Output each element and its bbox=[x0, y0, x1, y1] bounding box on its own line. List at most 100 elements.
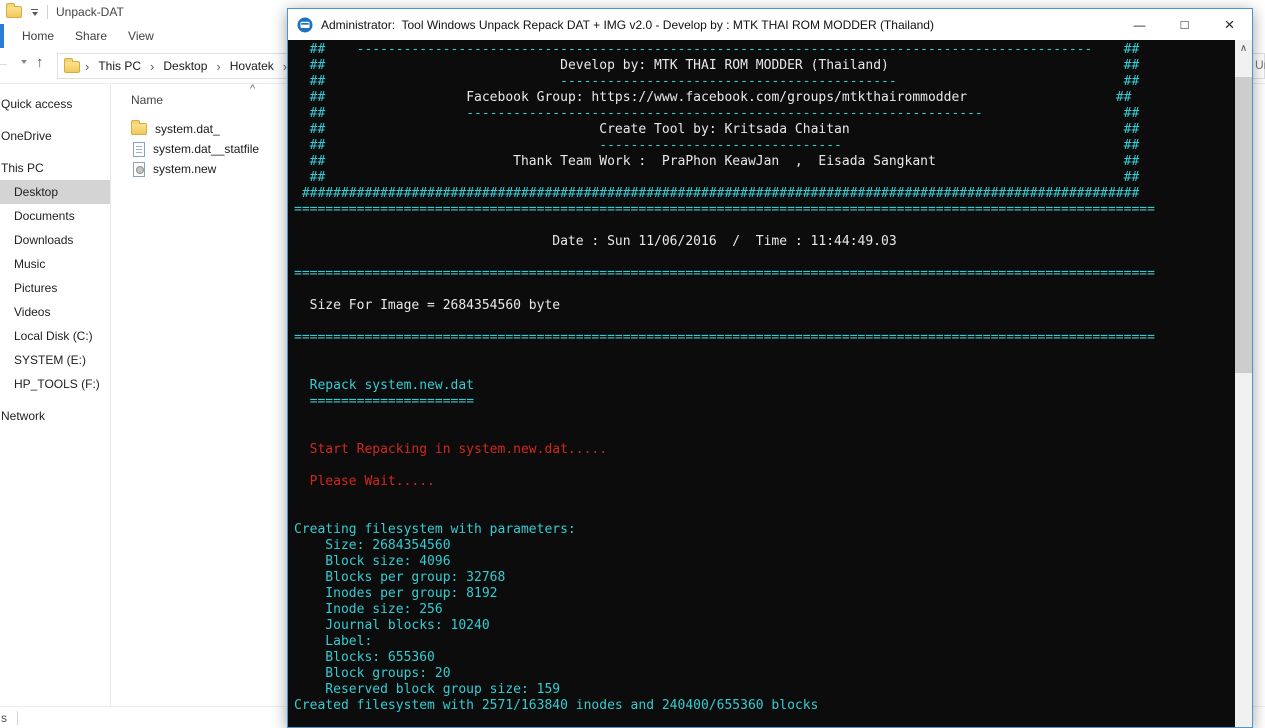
console-body: ## -------------------------------------… bbox=[288, 40, 1252, 727]
folder-icon bbox=[6, 3, 22, 18]
file-name: system.dat_ bbox=[155, 122, 220, 136]
back-button[interactable]: ← bbox=[0, 54, 10, 72]
sidebar-item-system-e[interactable]: SYSTEM (E:) bbox=[0, 348, 110, 372]
sidebar-item-label: Downloads bbox=[14, 233, 74, 247]
console-line: ## -------------------------------------… bbox=[294, 106, 1140, 121]
breadcrumb-item-desktop[interactable]: Desktop bbox=[159, 59, 211, 73]
console-line: Please Wait..... bbox=[294, 474, 435, 489]
sidebar-item-pictures[interactable]: Pictures bbox=[0, 276, 110, 300]
breadcrumb-item-hovatek[interactable]: Hovatek bbox=[226, 59, 278, 73]
tab-file[interactable] bbox=[0, 24, 4, 48]
sidebar-item-label: OneDrive bbox=[1, 129, 52, 143]
text-file-icon bbox=[133, 141, 145, 157]
console-line: Creating filesystem with parameters: bbox=[294, 522, 576, 537]
close-button[interactable]: × bbox=[1207, 9, 1252, 40]
console-line: ## ## bbox=[294, 170, 1140, 185]
item-count-fragment: s bbox=[1, 710, 7, 725]
tab-share[interactable]: Share bbox=[69, 24, 122, 48]
console-line: Block size: 4096 bbox=[294, 554, 451, 569]
history-dropdown-icon[interactable] bbox=[21, 60, 27, 82]
console-line: Start Repacking in system.new.dat..... bbox=[294, 442, 608, 457]
sidebar-item-documents[interactable]: Documents bbox=[0, 204, 110, 228]
sidebar-item-videos[interactable]: Videos bbox=[0, 300, 110, 324]
console-line: Inode size: 256 bbox=[294, 602, 443, 617]
status-bar-divider bbox=[17, 710, 18, 725]
console-line: Reserved block group size: 159 bbox=[294, 682, 561, 697]
console-line: ## Facebook Group: https://www.facebook.… bbox=[294, 90, 1132, 105]
console-line: Blocks per group: 32768 bbox=[294, 570, 506, 585]
chevron-down-icon bbox=[31, 11, 38, 16]
sidebar-item-label: HP_TOOLS (F:) bbox=[14, 377, 100, 391]
console-line: ===================== bbox=[309, 394, 475, 409]
sidebar-item-label: Desktop bbox=[14, 185, 59, 199]
scrollbar-thumb[interactable] bbox=[1235, 77, 1252, 373]
sidebar-item-label: Documents bbox=[14, 209, 75, 223]
console-window-title: Administrator: Tool Windows Unpack Repac… bbox=[321, 17, 934, 32]
sidebar-item-label: SYSTEM (E:) bbox=[14, 353, 87, 367]
tab-home[interactable]: Home bbox=[16, 24, 69, 48]
console-line: ## ------------------------------- ## bbox=[294, 138, 1140, 153]
quick-access-toolbar-dropdown-icon[interactable] bbox=[31, 8, 38, 16]
file-name: system.dat__statfile bbox=[153, 142, 260, 156]
console-window: Administrator: Tool Windows Unpack Repac… bbox=[287, 8, 1253, 728]
console-line: ########################################… bbox=[301, 186, 1140, 201]
folder-icon bbox=[64, 58, 80, 73]
sidebar: Quick access OneDrive This PC Desktop Docume… bbox=[0, 85, 110, 706]
sidebar-item-label: Local Disk (C:) bbox=[14, 329, 93, 343]
console-line: ========================================… bbox=[294, 202, 1155, 217]
column-header-name[interactable]: Name ^ bbox=[131, 83, 303, 111]
sidebar-item-local-disk-c[interactable]: Local Disk (C:) bbox=[0, 324, 110, 348]
tab-view[interactable]: View bbox=[122, 24, 169, 48]
sidebar-item-hp-tools-f[interactable]: HP_TOOLS (F:) bbox=[0, 372, 110, 396]
breadcrumb-item-this-pc[interactable]: This PC bbox=[94, 59, 145, 73]
console-line: Label: bbox=[294, 634, 381, 649]
console-line: ========================================… bbox=[294, 330, 1155, 345]
sidebar-item-label: This PC bbox=[1, 161, 44, 175]
sidebar-item-desktop[interactable]: Desktop bbox=[0, 180, 110, 204]
folder-icon bbox=[131, 120, 147, 135]
minimize-button[interactable]: — bbox=[1117, 9, 1162, 40]
console-line: ## Develop by: MTK THAI ROM MODDER (Thai… bbox=[294, 58, 1140, 73]
sidebar-item-label: Pictures bbox=[14, 281, 58, 295]
scroll-up-icon[interactable]: ∧ bbox=[1235, 40, 1252, 57]
column-header-label: Name bbox=[131, 93, 164, 107]
sidebar-item-label: Music bbox=[14, 257, 46, 271]
console-line: Date : Sun 11/06/2016 / Time : 11:44:49.… bbox=[552, 234, 897, 249]
up-button[interactable]: ↑ bbox=[36, 54, 44, 71]
console-line: ========================================… bbox=[294, 266, 1155, 281]
sidebar-item-music[interactable]: Music bbox=[0, 252, 110, 276]
sidebar-item-label: Videos bbox=[14, 305, 51, 319]
sidebar-item-label: Quick access bbox=[1, 97, 73, 111]
console-line: ## Create Tool by: Kritsada Chaitan ## bbox=[294, 122, 1140, 137]
console-line: Blocks: 655360 bbox=[294, 650, 435, 665]
sidebar-item-onedrive[interactable]: OneDrive bbox=[0, 124, 110, 148]
console-line: Block groups: 20 bbox=[294, 666, 451, 681]
sidebar-item-this-pc[interactable]: This PC bbox=[0, 156, 110, 180]
file-name: system.new bbox=[153, 162, 217, 176]
sidebar-item-network[interactable]: Network bbox=[0, 404, 110, 428]
console-titlebar[interactable]: Administrator: Tool Windows Unpack Repac… bbox=[288, 9, 1252, 40]
console-line: Size: 2684354560 bbox=[294, 538, 451, 553]
console-line: ## -------------------------------------… bbox=[294, 74, 1140, 89]
generic-file-icon bbox=[133, 161, 145, 177]
sidebar-item-quick-access[interactable]: Quick access bbox=[0, 92, 110, 116]
chevron-down-icon bbox=[21, 60, 27, 81]
window-controls: — □ × bbox=[1117, 9, 1252, 40]
breadcrumb-chevron-icon: › bbox=[85, 58, 90, 74]
explorer-window-title: Unpack-DAT bbox=[56, 5, 124, 19]
cmd-admin-icon bbox=[297, 17, 313, 33]
search-box-fragment[interactable]: Un bbox=[1255, 58, 1265, 72]
maximize-button[interactable]: □ bbox=[1162, 9, 1207, 40]
console-output: ## -------------------------------------… bbox=[294, 42, 1235, 714]
console-line: Inodes per group: 8192 bbox=[294, 586, 498, 601]
titlebar-divider bbox=[47, 5, 48, 19]
console-scrollbar[interactable]: ∧ bbox=[1235, 40, 1252, 727]
console-line: Created filesystem with 2571/163840 inod… bbox=[294, 698, 819, 713]
console-line: Repack system.new.dat bbox=[294, 378, 475, 393]
sidebar-item-downloads[interactable]: Downloads bbox=[0, 228, 110, 252]
